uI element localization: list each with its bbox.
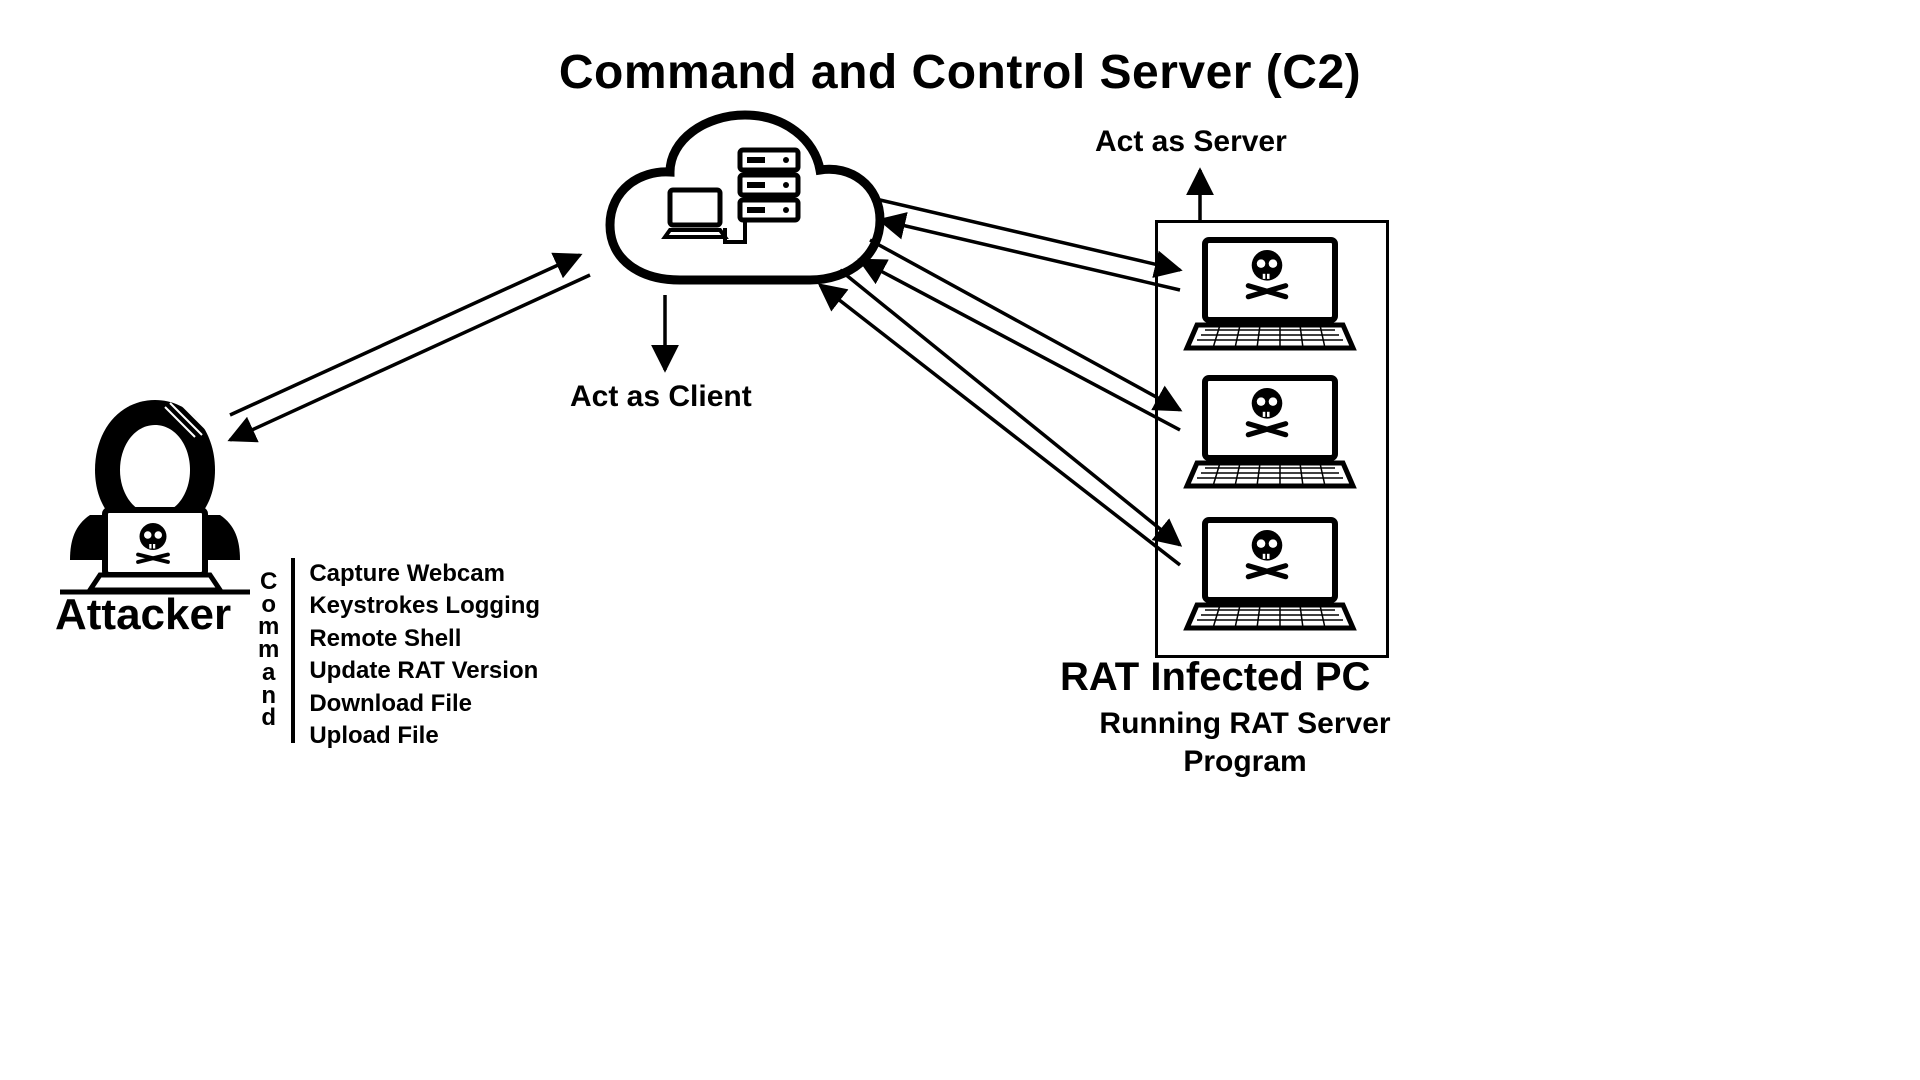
command-item: Download File bbox=[309, 688, 540, 720]
act-as-server-label: Act as Server bbox=[1095, 125, 1287, 159]
arrow-pc2-to-c2 bbox=[860, 260, 1180, 430]
command-item: Update RAT Version bbox=[309, 655, 540, 687]
arrow-cloud-to-attacker bbox=[230, 275, 590, 440]
arrow-pc1-to-c2 bbox=[880, 220, 1180, 290]
infected-pc-group-box bbox=[1155, 220, 1389, 658]
command-block: Command Capture WebcamKeystrokes Logging… bbox=[258, 558, 540, 752]
diagram-svg bbox=[0, 0, 1920, 1080]
arrow-c2-to-pc1 bbox=[880, 200, 1180, 270]
arrow-attacker-to-cloud bbox=[230, 255, 580, 415]
command-item: Remote Shell bbox=[309, 623, 540, 655]
arrow-c2-to-pc3 bbox=[840, 270, 1180, 545]
command-item: Capture Webcam bbox=[309, 558, 540, 590]
command-vertical-label: Command bbox=[258, 558, 295, 743]
arrow-c2-to-pc2 bbox=[870, 240, 1180, 410]
cloud-icon bbox=[610, 115, 880, 280]
attacker-icon bbox=[60, 400, 250, 592]
act-as-client-label: Act as Client bbox=[570, 380, 752, 414]
command-item: Keystrokes Logging bbox=[309, 590, 540, 622]
attacker-label: Attacker bbox=[55, 590, 231, 640]
infected-title: RAT Infected PC bbox=[1060, 655, 1370, 700]
infected-subtitle: Running RAT Server Program bbox=[1095, 705, 1395, 780]
arrow-pc3-to-c2 bbox=[820, 285, 1180, 565]
command-item: Upload File bbox=[309, 720, 540, 752]
command-list: Capture WebcamKeystrokes LoggingRemote S… bbox=[295, 558, 540, 752]
